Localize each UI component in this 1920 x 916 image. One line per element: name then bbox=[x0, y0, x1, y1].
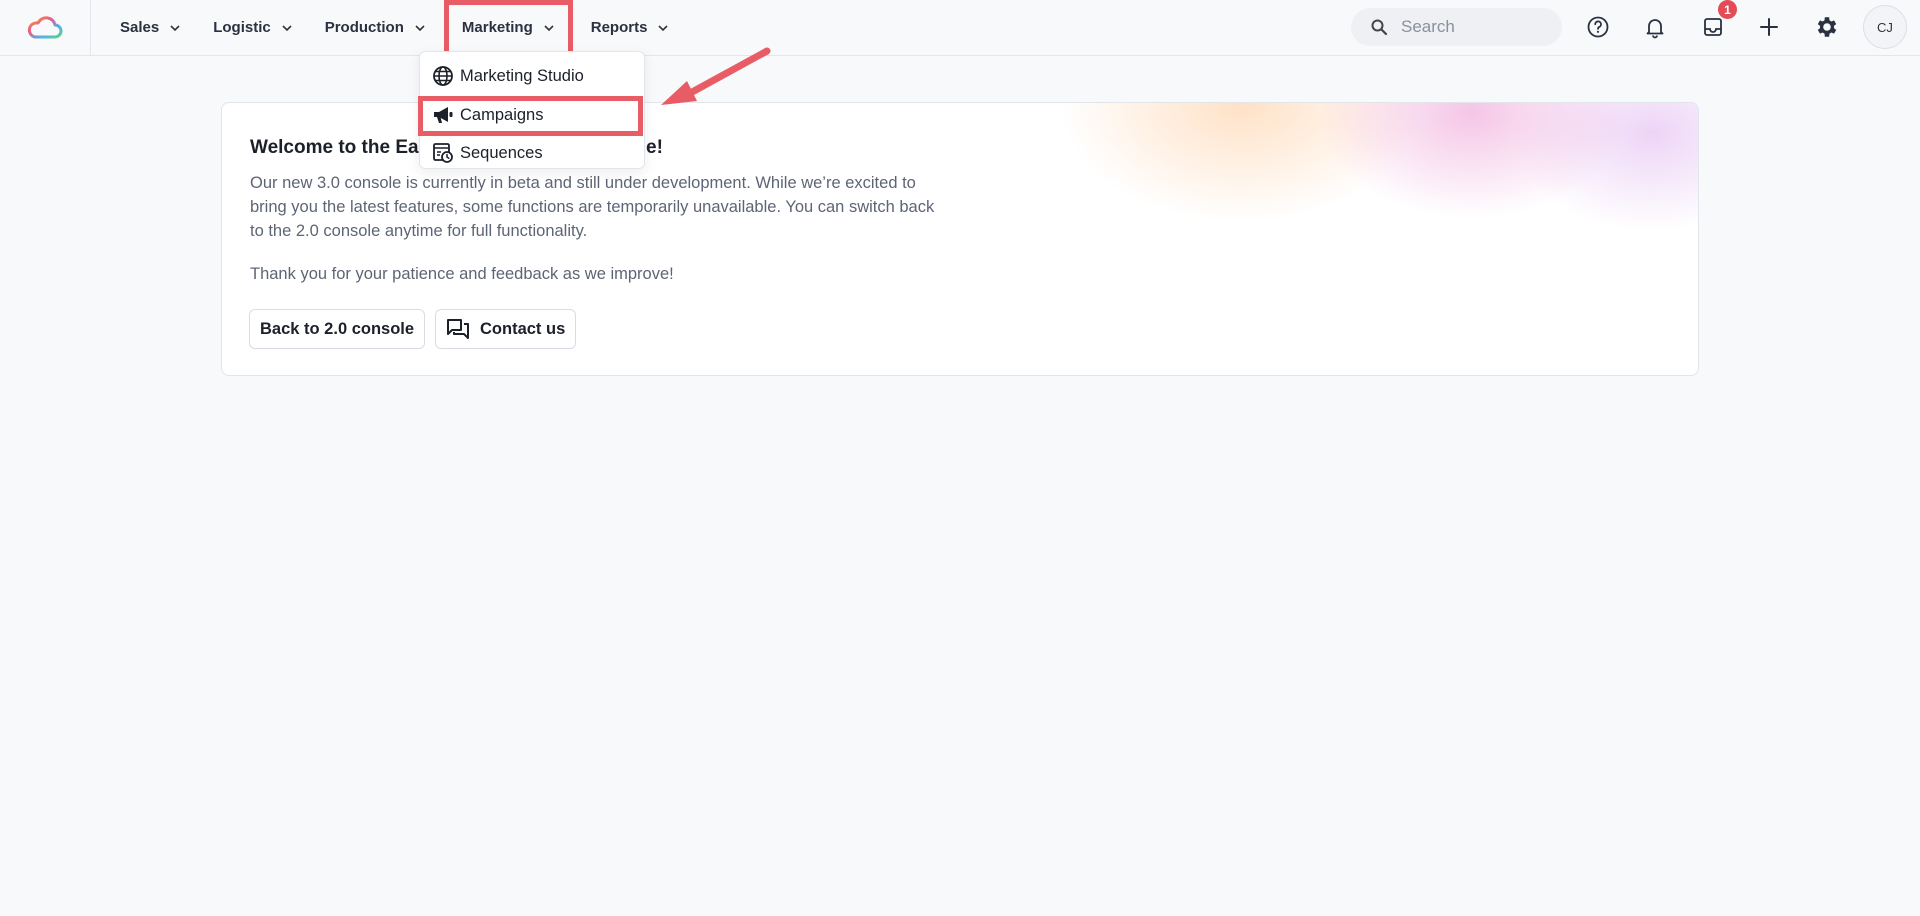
search-input[interactable] bbox=[1401, 17, 1541, 37]
contact-button-label: Contact us bbox=[480, 319, 566, 338]
chevron-down-icon bbox=[282, 24, 292, 31]
bell-icon bbox=[1646, 19, 1664, 39]
nav-production[interactable]: Production bbox=[309, 9, 442, 47]
help-icon bbox=[1587, 16, 1609, 38]
nav-sales[interactable]: Sales bbox=[104, 9, 197, 47]
globe-icon bbox=[433, 66, 453, 86]
top-navigation-bar: Sales Logistic Production Marketing Repo… bbox=[0, 0, 1920, 56]
chat-icon bbox=[447, 319, 469, 339]
back-button-label: Back to 2.0 console bbox=[260, 319, 415, 338]
inbox-count-badge: 1 bbox=[1718, 0, 1737, 19]
main-nav: Sales Logistic Production Marketing Repo… bbox=[104, 0, 686, 56]
inbox-icon bbox=[1704, 18, 1722, 36]
pointer-arrow-icon bbox=[661, 47, 771, 105]
nav-logistic[interactable]: Logistic bbox=[197, 9, 309, 47]
menu-item-sequences[interactable]: Sequences bbox=[432, 139, 543, 167]
back-to-2-console-button[interactable]: Back to 2.0 console bbox=[249, 309, 426, 349]
decorative-gradient bbox=[912, 103, 1698, 375]
notifications-button[interactable] bbox=[1640, 12, 1670, 42]
nav-marketing[interactable]: Marketing bbox=[443, 0, 573, 56]
plus-icon bbox=[1760, 18, 1778, 36]
chevron-down-icon bbox=[170, 24, 180, 31]
cloud-logo-icon bbox=[27, 15, 63, 38]
menu-item-label: Sequences bbox=[460, 143, 543, 162]
welcome-thanks-text: Thank you for your patience and feedback… bbox=[250, 265, 674, 283]
nav-logistic-label: Logistic bbox=[213, 19, 271, 36]
nav-reports-label: Reports bbox=[590, 19, 648, 36]
nav-sales-label: Sales bbox=[120, 19, 160, 36]
gear-icon bbox=[1817, 17, 1837, 37]
search-box[interactable] bbox=[1351, 8, 1562, 46]
nav-reports[interactable]: Reports bbox=[575, 9, 686, 47]
welcome-body-text: Our new 3.0 console is currently in beta… bbox=[250, 174, 935, 240]
chevron-down-icon bbox=[544, 24, 554, 31]
nav-production-label: Production bbox=[324, 19, 404, 36]
add-button[interactable] bbox=[1754, 12, 1784, 42]
help-button[interactable] bbox=[1583, 12, 1613, 42]
sequence-calendar-icon bbox=[433, 143, 453, 163]
nav-marketing-label: Marketing bbox=[461, 19, 533, 36]
menu-item-label: Marketing Studio bbox=[460, 66, 584, 85]
search-icon bbox=[1371, 19, 1387, 35]
menu-item-marketing-studio[interactable]: Marketing Studio bbox=[432, 62, 584, 90]
campaigns-highlight-box bbox=[418, 96, 643, 136]
chevron-down-icon bbox=[415, 24, 425, 31]
settings-button[interactable] bbox=[1812, 12, 1842, 42]
user-avatar[interactable]: CJ bbox=[1863, 5, 1907, 49]
app-logo[interactable] bbox=[0, 0, 91, 55]
contact-us-button[interactable]: Contact us bbox=[435, 309, 577, 349]
chevron-down-icon bbox=[658, 24, 669, 31]
